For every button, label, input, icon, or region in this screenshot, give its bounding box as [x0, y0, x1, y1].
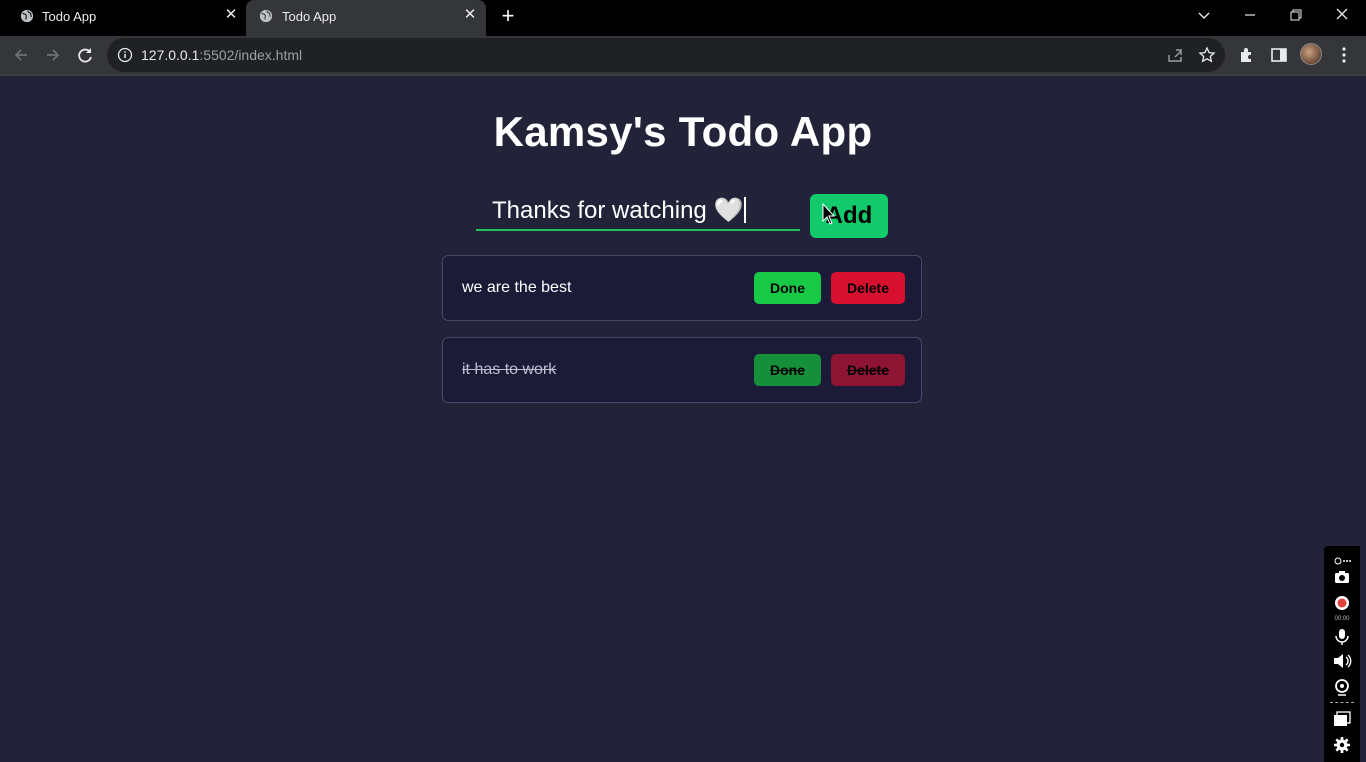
- new-tab-icon[interactable]: +: [498, 5, 518, 27]
- delete-button[interactable]: Delete: [831, 354, 905, 386]
- site-info-icon[interactable]: [117, 47, 133, 63]
- app-title: Kamsy's Todo App: [493, 108, 873, 155]
- webcam-icon[interactable]: [1332, 678, 1352, 696]
- screen-recorder-widget: 00:00: [1324, 546, 1360, 762]
- microphone-icon[interactable]: [1332, 628, 1352, 646]
- restore-icon[interactable]: [1284, 4, 1308, 26]
- camera-icon[interactable]: [1332, 568, 1352, 586]
- toolbar-divider: [0, 74, 1366, 76]
- share-icon[interactable]: [1166, 46, 1184, 64]
- todo-item: we are the best Done Delete: [442, 255, 922, 321]
- browser-tab-1[interactable]: Todo App ✕: [0, 0, 246, 32]
- settings-gear-icon[interactable]: [1332, 736, 1352, 754]
- minimize-icon[interactable]: [1238, 4, 1262, 26]
- close-tab-icon[interactable]: ✕: [463, 7, 477, 22]
- recording-timer: 00:00: [1334, 616, 1350, 622]
- menu-kebab-icon[interactable]: [1334, 45, 1354, 65]
- close-tab-icon[interactable]: ✕: [224, 7, 238, 22]
- text-caret: [744, 197, 747, 223]
- bookmark-star-icon[interactable]: [1198, 46, 1216, 64]
- reload-icon[interactable]: [74, 44, 96, 66]
- done-button[interactable]: Done: [754, 272, 821, 304]
- browser-tab-strip: Todo App ✕ Todo App ✕ +: [0, 0, 1366, 36]
- profile-avatar[interactable]: [1300, 43, 1322, 65]
- todo-text: we are the best: [462, 279, 572, 296]
- browser-toolbar: 127.0.0.1:5502/index.html: [0, 36, 1366, 74]
- forward-arrow-icon[interactable]: [42, 44, 64, 66]
- speaker-icon[interactable]: [1332, 652, 1352, 670]
- close-window-icon[interactable]: [1330, 4, 1354, 26]
- tab-title: Todo App: [282, 9, 337, 24]
- task-input-value[interactable]: Thanks for watching 🤍: [492, 196, 747, 225]
- globe-icon: [20, 9, 34, 23]
- side-panel-icon[interactable]: [1269, 45, 1289, 65]
- extensions-puzzle-icon[interactable]: [1237, 45, 1257, 65]
- url-text: 127.0.0.1:5502/index.html: [141, 47, 303, 63]
- delete-button[interactable]: Delete: [831, 272, 905, 304]
- screen-windows-icon[interactable]: [1332, 710, 1352, 728]
- todo-text: it has to work: [462, 361, 557, 378]
- address-bar[interactable]: 127.0.0.1:5502/index.html: [107, 38, 1225, 72]
- tab-title: Todo App: [42, 9, 97, 24]
- browser-tab-2-active[interactable]: Todo App ✕: [246, 0, 486, 36]
- record-icon[interactable]: [1332, 594, 1352, 612]
- todo-item-completed: it has to work Done Delete: [442, 337, 922, 403]
- done-button[interactable]: Done: [754, 354, 821, 386]
- recorder-separator: [1330, 702, 1354, 703]
- tab-search-chevron-icon[interactable]: [1192, 4, 1216, 26]
- globe-icon: [259, 9, 273, 23]
- mouse-cursor-icon: [822, 203, 836, 225]
- back-arrow-icon[interactable]: [10, 44, 32, 66]
